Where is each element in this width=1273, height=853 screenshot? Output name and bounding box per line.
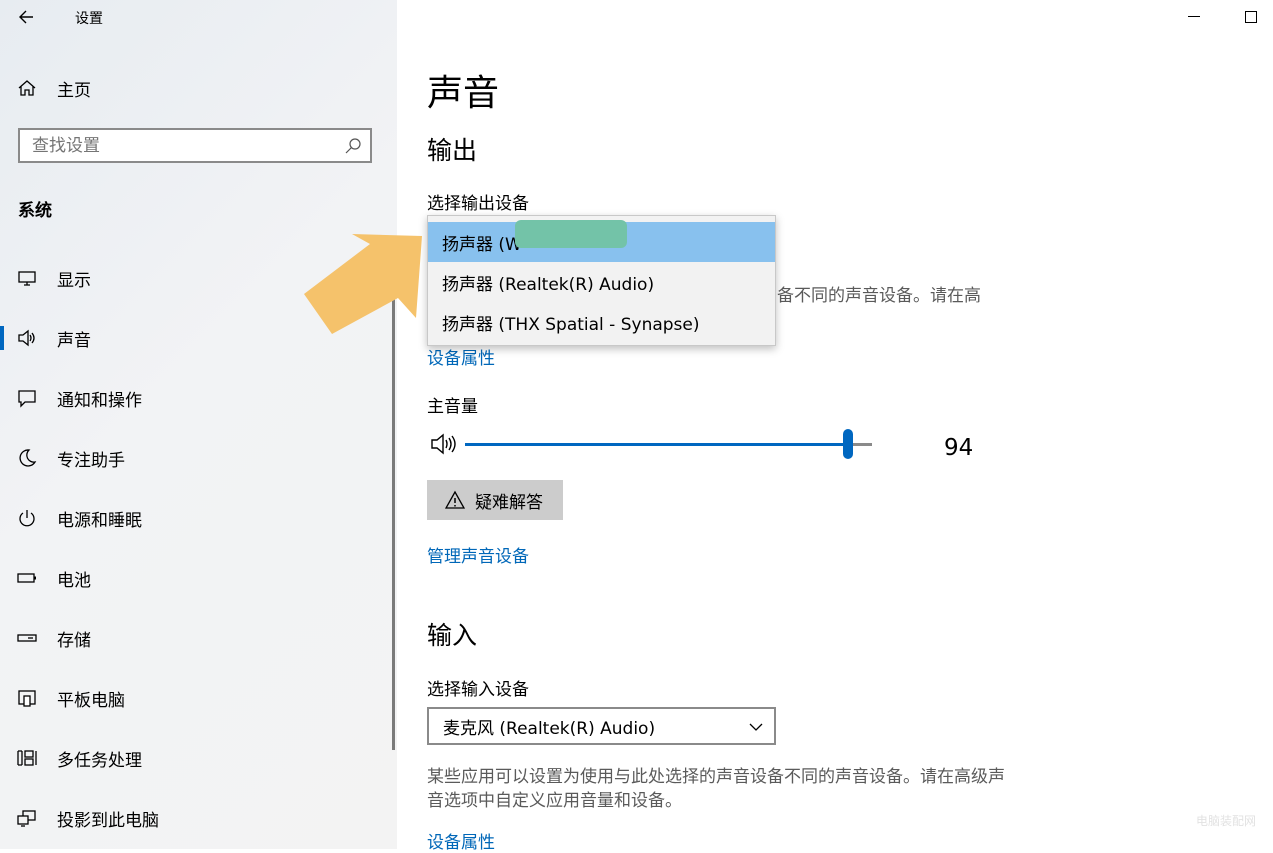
sidebar-item-battery[interactable]: 电池 [0,558,397,598]
power-icon [16,507,38,529]
sidebar-scrollbar[interactable] [392,290,395,750]
input-heading: 输入 [427,621,478,650]
sidebar-item-label: 声音 [57,330,91,351]
volume-value: 94 [944,435,974,461]
sidebar-item-label: 平板电脑 [57,690,125,711]
annotation-arrow [304,234,422,334]
manage-sound-devices-link[interactable]: 管理声音设备 [427,542,529,567]
notification-icon [16,387,38,409]
speaker-icon [16,327,38,349]
input-device-properties-link[interactable]: 设备属性 [427,828,495,853]
sidebar-item-power[interactable]: 电源和睡眠 [0,498,397,538]
minimize-button[interactable] [1188,16,1200,17]
chevron-down-icon [748,719,764,733]
search-icon[interactable] [344,137,362,155]
redaction-overlay [515,220,627,248]
sidebar-item-label: 电源和睡眠 [57,510,142,531]
volume-slider-thumb[interactable] [842,429,853,459]
home-icon [16,77,38,99]
battery-icon [16,567,38,589]
sidebar: 设置 主页 系统 显示 声音 通知和操作 专注助手 [0,0,397,849]
sidebar-item-tablet[interactable]: 平板电脑 [0,678,397,718]
sidebar-item-label: 存储 [57,630,91,651]
dropdown-option[interactable]: 扬声器 (THX Spatial - Synapse) [428,302,775,342]
watermark: 电脑装配网 [1196,814,1257,828]
sidebar-item-label: 显示 [57,270,91,291]
multitask-icon [16,747,38,769]
sidebar-item-multitasking[interactable]: 多任务处理 [0,738,397,778]
sidebar-item-label: 电池 [57,570,91,591]
display-icon [16,267,38,289]
sidebar-item-label: 投影到此电脑 [57,810,159,831]
sidebar-item-project[interactable]: 投影到此电脑 [0,798,397,838]
sidebar-item-focus-assist[interactable]: 专注助手 [0,438,397,478]
project-icon [16,807,38,829]
troubleshoot-button[interactable]: 疑难解答 [427,480,563,520]
sidebar-item-storage[interactable]: 存储 [0,618,397,658]
input-device-select[interactable]: 麦克风 (Realtek(R) Audio) [427,707,776,745]
sidebar-item-notifications[interactable]: 通知和操作 [0,378,397,418]
app-title: 设置 [75,11,103,27]
dropdown-option[interactable]: 扬声器 (Realtek(R) Audio) [428,262,775,302]
sidebar-item-label: 专注助手 [57,450,125,471]
volume-label: 主音量 [427,397,478,417]
output-select-label: 选择输出设备 [427,194,529,214]
troubleshoot-label: 疑难解答 [475,492,543,513]
tablet-icon [16,687,38,709]
moon-icon [16,447,38,469]
output-description: 备不同的声音设备。请在高 [777,286,981,306]
section-label: 系统 [18,201,52,221]
search-input[interactable] [20,130,332,161]
search-field[interactable] [18,128,372,163]
back-arrow-icon[interactable] [16,6,38,28]
sidebar-item-label: 多任务处理 [57,750,142,771]
storage-icon [16,627,38,649]
warning-icon [444,490,466,510]
sidebar-item-label: 通知和操作 [57,390,142,411]
volume-icon[interactable] [430,432,458,456]
volume-slider-fill[interactable] [465,443,848,446]
page-title: 声音 [427,73,500,114]
output-heading: 输出 [427,136,478,165]
sidebar-item-home[interactable]: 主页 [0,68,397,108]
input-device-value: 麦克风 (Realtek(R) Audio) [443,718,656,739]
input-select-label: 选择输入设备 [427,680,529,700]
input-description: 某些应用可以设置为使用与此处选择的声音设备不同的声音设备。请在高级声音选项中自定… [427,767,1005,811]
output-device-properties-link[interactable]: 设备属性 [427,344,495,369]
maximize-button[interactable] [1245,11,1257,23]
sidebar-item-label: 主页 [57,80,91,101]
